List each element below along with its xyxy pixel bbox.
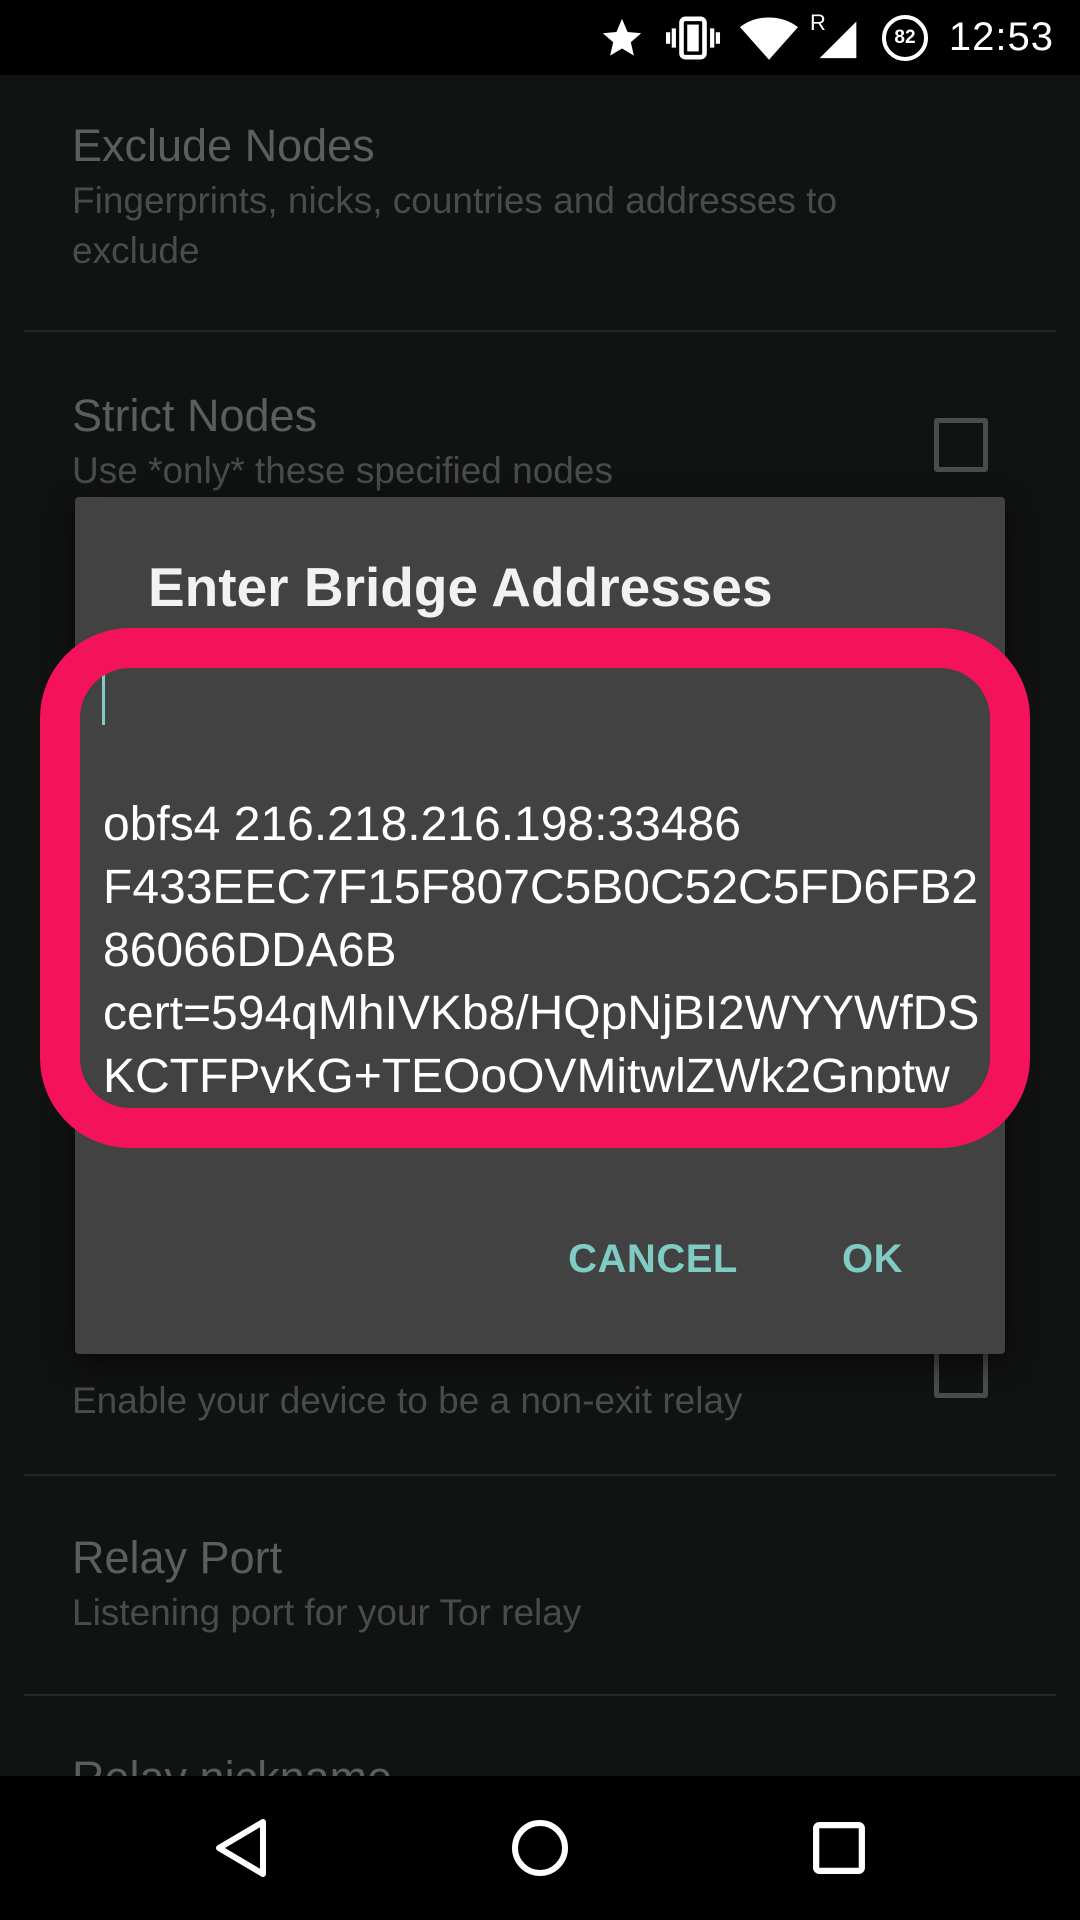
divider (24, 330, 1056, 332)
home-icon[interactable] (465, 1776, 615, 1920)
pref-relay-port[interactable]: Relay Port Listening port for your Tor r… (72, 1530, 932, 1638)
navigation-bar (0, 1776, 1080, 1920)
pref-summary: Enable your device to be a non-exit rela… (72, 1380, 743, 1421)
bridge-dialog: Enter Bridge Addresses obfs4 216.218.216… (75, 497, 1005, 1354)
pref-title: Strict Nodes (72, 390, 318, 441)
divider (24, 1474, 1056, 1476)
bridge-address-text: obfs4 216.218.216.198:33486 F433EEC7F15F… (103, 798, 980, 1093)
pref-title: Exclude Nodes (72, 120, 375, 171)
pref-summary: Use *only* these specified nodes (72, 450, 613, 491)
roaming-label: R (810, 10, 826, 35)
pref-exclude-nodes[interactable]: Exclude Nodes Fingerprints, nicks, count… (72, 118, 932, 276)
pref-strict-nodes[interactable]: Strict Nodes Use *only* these specified … (72, 388, 932, 496)
pref-title: Relay Port (72, 1532, 283, 1583)
status-bar: R 82 12:53 (0, 0, 1080, 75)
pref-summary: Fingerprints, nicks, countries and addre… (72, 180, 838, 271)
wifi-icon (738, 0, 800, 75)
battery-level: 82 (894, 26, 916, 48)
status-time: 12:53 (948, 15, 1054, 59)
signal-icon: R (806, 0, 860, 75)
star-icon (596, 0, 648, 75)
ok-button[interactable]: OK (815, 1219, 930, 1299)
dialog-title: Enter Bridge Addresses (148, 556, 773, 618)
pref-relaying[interactable]: Enable your device to be a non-exit rela… (72, 1374, 932, 1426)
vibrate-icon (664, 0, 722, 75)
back-icon[interactable] (166, 1776, 316, 1920)
screen: R 82 12:53 Exclude Nodes Fingerprints, n… (0, 0, 1080, 1920)
text-cursor (102, 673, 105, 725)
input-underline (103, 1129, 978, 1133)
strict-nodes-checkbox[interactable] (934, 418, 988, 472)
pref-summary: Listening port for your Tor relay (72, 1592, 582, 1633)
battery-icon: 82 (880, 0, 930, 75)
cancel-button[interactable]: CANCEL (558, 1219, 748, 1299)
recents-icon[interactable] (764, 1776, 914, 1920)
divider (24, 1694, 1056, 1696)
bridge-address-input[interactable]: obfs4 216.218.216.198:33486 F433EEC7F15F… (103, 667, 983, 1093)
